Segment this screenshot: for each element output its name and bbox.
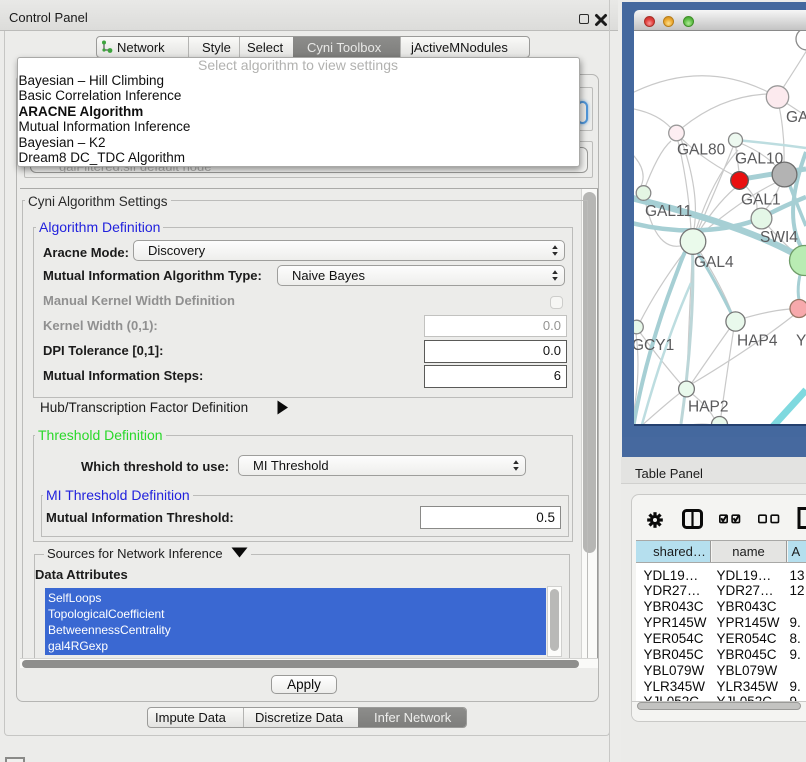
svg-text:GCY1: GCY1 [634, 337, 674, 354]
svg-text:GAL1: GAL1 [741, 192, 781, 209]
svg-text:YM: YM [796, 333, 806, 350]
svg-text:GAL80: GAL80 [677, 142, 726, 159]
svg-text:GAL4: GAL4 [694, 254, 734, 271]
svg-text:HAP2: HAP2 [688, 399, 729, 416]
svg-text:GAL2: GAL2 [786, 109, 806, 126]
svg-text:SWI4: SWI4 [760, 229, 798, 246]
svg-text:HAP4: HAP4 [737, 333, 778, 350]
svg-text:GAL11: GAL11 [645, 203, 692, 220]
svg-text:GAL10: GAL10 [735, 151, 784, 168]
